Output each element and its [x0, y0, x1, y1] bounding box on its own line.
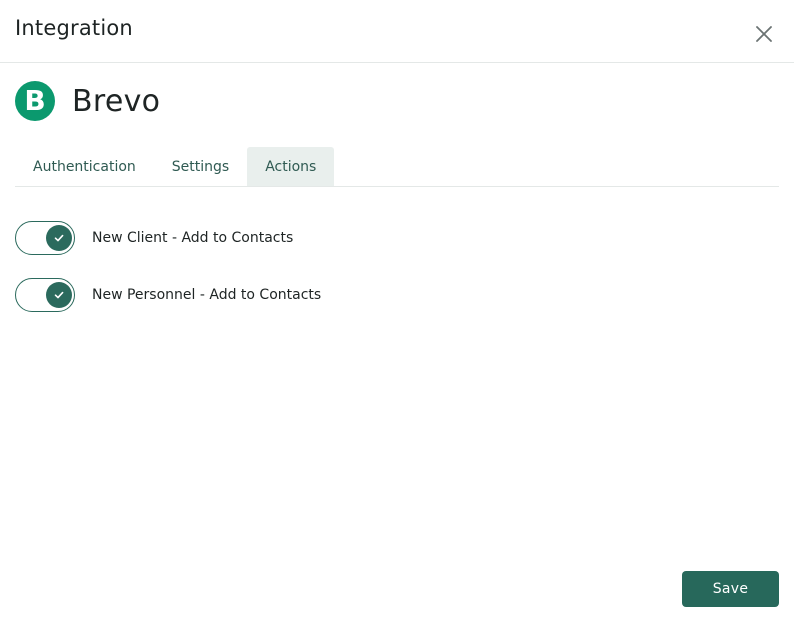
close-icon [756, 26, 772, 42]
action-row-new-personnel: New Personnel - Add to Contacts [15, 278, 321, 312]
dialog-header: Integration [0, 0, 794, 63]
check-icon [54, 291, 64, 298]
dialog-title: Integration [15, 16, 133, 40]
tab-authentication[interactable]: Authentication [15, 147, 154, 186]
new-client-toggle[interactable] [15, 221, 75, 255]
tab-actions[interactable]: Actions [247, 147, 335, 186]
integration-tabs: Authentication Settings Actions [15, 147, 779, 187]
integration-name: Brevo [72, 83, 161, 119]
action-row-new-client: New Client - Add to Contacts [15, 221, 293, 255]
integration-brand: B Brevo [15, 81, 160, 121]
close-button[interactable] [752, 22, 776, 46]
tab-settings[interactable]: Settings [154, 147, 247, 186]
new-personnel-label: New Personnel - Add to Contacts [92, 287, 322, 303]
brevo-logo-letter: B [24, 84, 46, 117]
integration-dialog: Integration B Brevo Authentication Setti… [0, 0, 794, 622]
check-icon [54, 234, 64, 241]
save-button[interactable]: Save [682, 571, 779, 607]
brevo-logo: B [15, 81, 55, 121]
toggle-knob [46, 281, 72, 308]
new-client-label: New Client - Add to Contacts [92, 230, 294, 246]
new-personnel-toggle[interactable] [15, 278, 75, 312]
toggle-knob [46, 224, 72, 251]
